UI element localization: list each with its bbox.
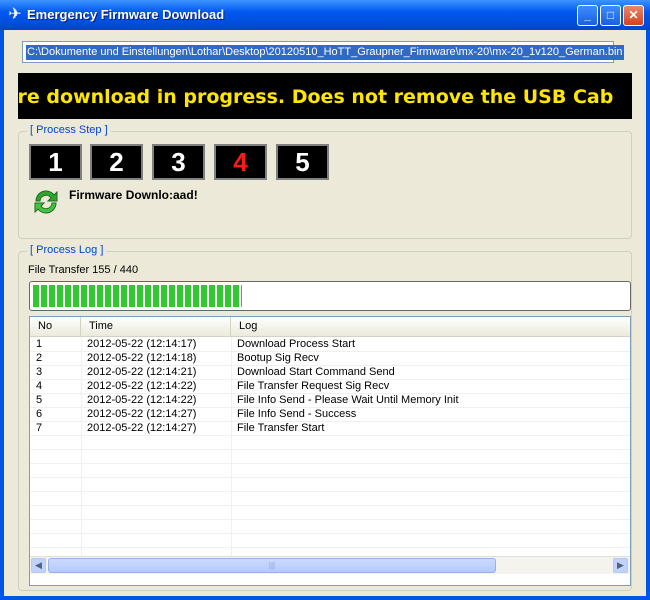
- empty-row: [30, 505, 630, 520]
- title-bar[interactable]: ✈ Emergency Firmware Download _ □ ✕: [0, 0, 650, 30]
- scroll-left-button[interactable]: ◀: [31, 558, 46, 573]
- arrow-right-icon: ▶: [617, 560, 624, 570]
- cell-no: 4: [36, 380, 43, 392]
- minimize-icon: _: [584, 8, 591, 22]
- cell-no: 2: [36, 352, 43, 364]
- arrow-left-icon: ◀: [35, 560, 42, 570]
- table-row[interactable]: 5 2012-05-22 (12:14:22) File Info Send - P…: [30, 393, 630, 408]
- cell-time: 2012-05-22 (12:14:17): [87, 338, 197, 350]
- grip-icon: |||: [268, 561, 276, 570]
- table-row[interactable]: 3 2012-05-22 (12:14:21) Download Start Com…: [30, 365, 630, 380]
- window-title: Emergency Firmware Download: [27, 7, 225, 22]
- cell-no: 7: [36, 422, 43, 434]
- log-list-header: No Time Log: [30, 317, 630, 337]
- empty-row: [30, 477, 630, 492]
- cell-log: Bootup Sig Recv: [237, 352, 319, 364]
- step-3: 3: [152, 144, 205, 180]
- empty-row: [30, 491, 630, 506]
- cell-log: File Transfer Start: [237, 422, 325, 434]
- empty-row: [30, 533, 630, 548]
- maximize-button[interactable]: □: [600, 5, 621, 26]
- log-list-body: 1 2012-05-22 (12:14:17) Download Process S…: [30, 337, 630, 557]
- column-time[interactable]: Time: [81, 317, 231, 336]
- empty-row: [30, 449, 630, 464]
- cell-no: 5: [36, 394, 43, 406]
- process-step-label: [ Process Step ]: [27, 124, 111, 136]
- file-transfer-text: File Transfer 155 / 440: [28, 264, 139, 276]
- marquee-text: rmware download in progress. Does not re…: [18, 86, 614, 108]
- cell-time: 2012-05-22 (12:14:18): [87, 352, 197, 364]
- plane-icon: ✈: [8, 6, 22, 23]
- cell-time: 2012-05-22 (12:14:27): [87, 422, 197, 434]
- maximize-icon: □: [606, 8, 615, 22]
- process-step-group: [ Process Step ] 1 2 3 4 5 Firmware Down…: [18, 124, 632, 239]
- table-row[interactable]: 1 2012-05-22 (12:14:17) Download Process S…: [30, 337, 630, 352]
- step-5: 5: [276, 144, 329, 180]
- close-button[interactable]: ✕: [623, 5, 644, 26]
- status-marquee: rmware download in progress. Does not re…: [18, 73, 632, 119]
- column-no[interactable]: No: [30, 317, 81, 336]
- table-row[interactable]: 4 2012-05-22 (12:14:22) File Transfer Requ…: [30, 379, 630, 394]
- log-list[interactable]: No Time Log 1 2012-05-22 (12:14:17) Downlo…: [29, 316, 631, 586]
- cell-log: File Info Send - Success: [237, 408, 357, 420]
- close-icon: ✕: [628, 8, 639, 22]
- cell-log: File Info Send - Please Wait Until Memor…: [237, 394, 459, 406]
- cell-no: 6: [36, 408, 43, 420]
- app-window: ✈ Emergency Firmware Download _ □ ✕ C:\D…: [0, 0, 650, 600]
- cell-no: 3: [36, 366, 43, 378]
- cell-log: Download Process Start: [237, 338, 355, 350]
- table-row[interactable]: 7 2012-05-22 (12:14:27) File Transfer Star…: [30, 421, 630, 436]
- cell-time: 2012-05-22 (12:14:27): [87, 408, 197, 420]
- file-path-field[interactable]: C:\Dokumente und Einstellungen\Lothar\De…: [22, 41, 624, 63]
- step-1: 1: [29, 144, 82, 180]
- cell-log: File Transfer Request Sig Recv: [237, 380, 390, 392]
- file-path-text: C:\Dokumente und Einstellungen\Lothar\De…: [26, 45, 624, 60]
- step-status-text: Firmware Downlo:aad!: [69, 188, 198, 202]
- client-area: C:\Dokumente und Einstellungen\Lothar\De…: [4, 30, 646, 596]
- cell-time: 2012-05-22 (12:14:21): [87, 366, 197, 378]
- table-row[interactable]: 6 2012-05-22 (12:14:27) File Info Send - S…: [30, 407, 630, 422]
- step-2: 2: [90, 144, 143, 180]
- horizontal-scrollbar[interactable]: ◀ ||| ▶: [30, 556, 630, 574]
- progress-bar: [29, 281, 631, 311]
- empty-row: [30, 519, 630, 534]
- cell-log: Download Start Command Send: [237, 366, 395, 378]
- refresh-icon: [34, 190, 58, 214]
- process-log-group: [ Process Log ] File Transfer 155 / 440 …: [18, 244, 632, 591]
- cell-time: 2012-05-22 (12:14:22): [87, 394, 197, 406]
- step-4: 4: [214, 144, 267, 180]
- cell-time: 2012-05-22 (12:14:22): [87, 380, 197, 392]
- minimize-button[interactable]: _: [577, 5, 598, 26]
- table-row[interactable]: 2 2012-05-22 (12:14:18) Bootup Sig Recv: [30, 351, 630, 366]
- column-log[interactable]: Log: [231, 317, 630, 336]
- empty-row: [30, 435, 630, 450]
- empty-row: [30, 463, 630, 478]
- progress-fill: [33, 285, 242, 307]
- process-log-label: [ Process Log ]: [27, 244, 107, 256]
- scrollbar-thumb[interactable]: |||: [48, 558, 496, 573]
- scroll-right-button[interactable]: ▶: [613, 558, 628, 573]
- cell-no: 1: [36, 338, 43, 350]
